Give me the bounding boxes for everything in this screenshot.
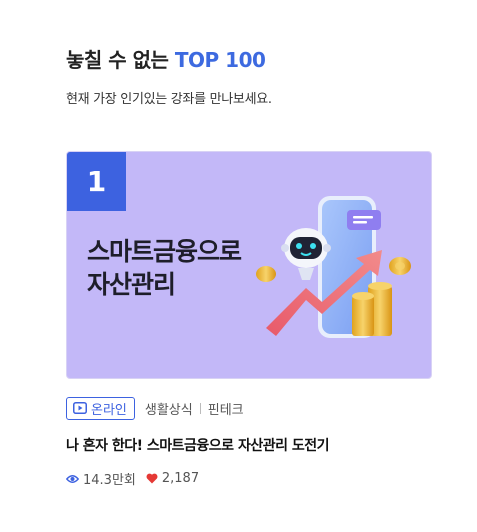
- category-secondary: 핀테크: [207, 402, 244, 418]
- rank-badge: 1: [67, 152, 126, 211]
- category-primary: 생활상식: [144, 402, 193, 418]
- views-count: 14.3만회: [83, 473, 136, 488]
- play-icon: [73, 402, 87, 414]
- headline-line-2: 자산관리: [87, 270, 176, 299]
- likes-count: 2,187: [161, 471, 200, 486]
- section-title-accent: TOP 100: [174, 48, 266, 72]
- course-meta: 온라인 생활상식 핀테크: [66, 396, 244, 420]
- course-thumbnail-card[interactable]: 1 스마트금융으로 자산관리: [66, 151, 432, 379]
- views-stat: 14.3만회: [66, 469, 136, 488]
- course-title-link[interactable]: 나 혼자 한다! 스마트금융으로 자산관리 도전기: [66, 435, 329, 455]
- badge-label: 온라인: [91, 402, 127, 418]
- section-title-prefix: 놓칠 수 없는: [66, 48, 169, 72]
- thumbnail-headline: 스마트금융으로 자산관리: [87, 235, 242, 301]
- section-title: 놓칠 수 없는 TOP 100: [66, 44, 266, 73]
- chat-bubble-icon: [347, 210, 381, 230]
- category-divider: [199, 402, 201, 414]
- online-badge: 온라인: [66, 396, 135, 420]
- coin-icon: [256, 266, 276, 282]
- fintech-illustration: [256, 196, 411, 338]
- section-subtitle: 현재 가장 인기있는 강좌를 만나보세요.: [66, 92, 272, 107]
- likes-stat: 2,187: [146, 471, 199, 486]
- course-stats: 14.3만회 2,187: [66, 469, 199, 488]
- eye-icon: [66, 474, 79, 483]
- headline-line-1: 스마트금융으로: [87, 237, 242, 266]
- heart-icon: [146, 473, 158, 484]
